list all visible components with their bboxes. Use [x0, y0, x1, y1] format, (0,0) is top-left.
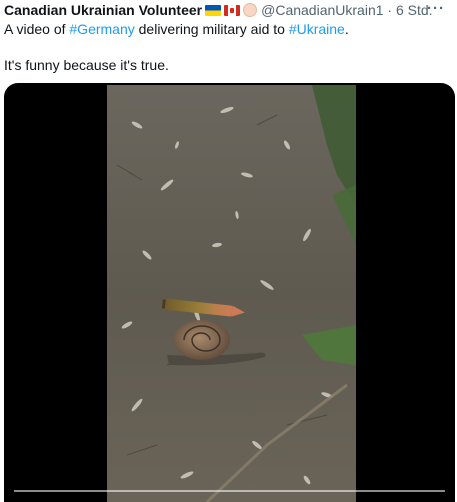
tweet-card[interactable]: Canadian Ukrainian Volunteer @CanadianUkr… [0, 0, 457, 502]
author-display-name[interactable]: Canadian Ukrainian Volunteer [4, 2, 202, 18]
raised-fist-icon [243, 3, 258, 17]
video-frame[interactable] [107, 85, 356, 502]
canada-flag-icon [224, 5, 241, 16]
ukraine-flag-icon [205, 5, 222, 16]
more-options-button[interactable]: ··· [427, 0, 445, 17]
author-handle[interactable]: @CanadianUkrain1 [261, 2, 383, 18]
tweet-text-line-2: It's funny because it's true. [4, 57, 169, 73]
video-player[interactable] [4, 83, 455, 502]
video-progress-bar[interactable] [14, 490, 445, 492]
hashtag-ukraine-link[interactable]: #Ukraine [289, 21, 345, 37]
tweet-text-segment: delivering military aid to [134, 21, 289, 37]
header-separator: · [387, 2, 393, 18]
tweet-text-segment: . [344, 21, 349, 37]
tweet-text-line-1: A video of #Germany delivering military … [4, 20, 444, 38]
video-frame-image [107, 85, 356, 502]
tweet-header: Canadian Ukrainian Volunteer @CanadianUkr… [4, 1, 454, 19]
tweet-text-segment: A video of [4, 21, 70, 37]
hashtag-germany-link[interactable]: #Germany [69, 21, 134, 37]
tweet-text: A video of #Germany delivering military … [4, 20, 444, 74]
